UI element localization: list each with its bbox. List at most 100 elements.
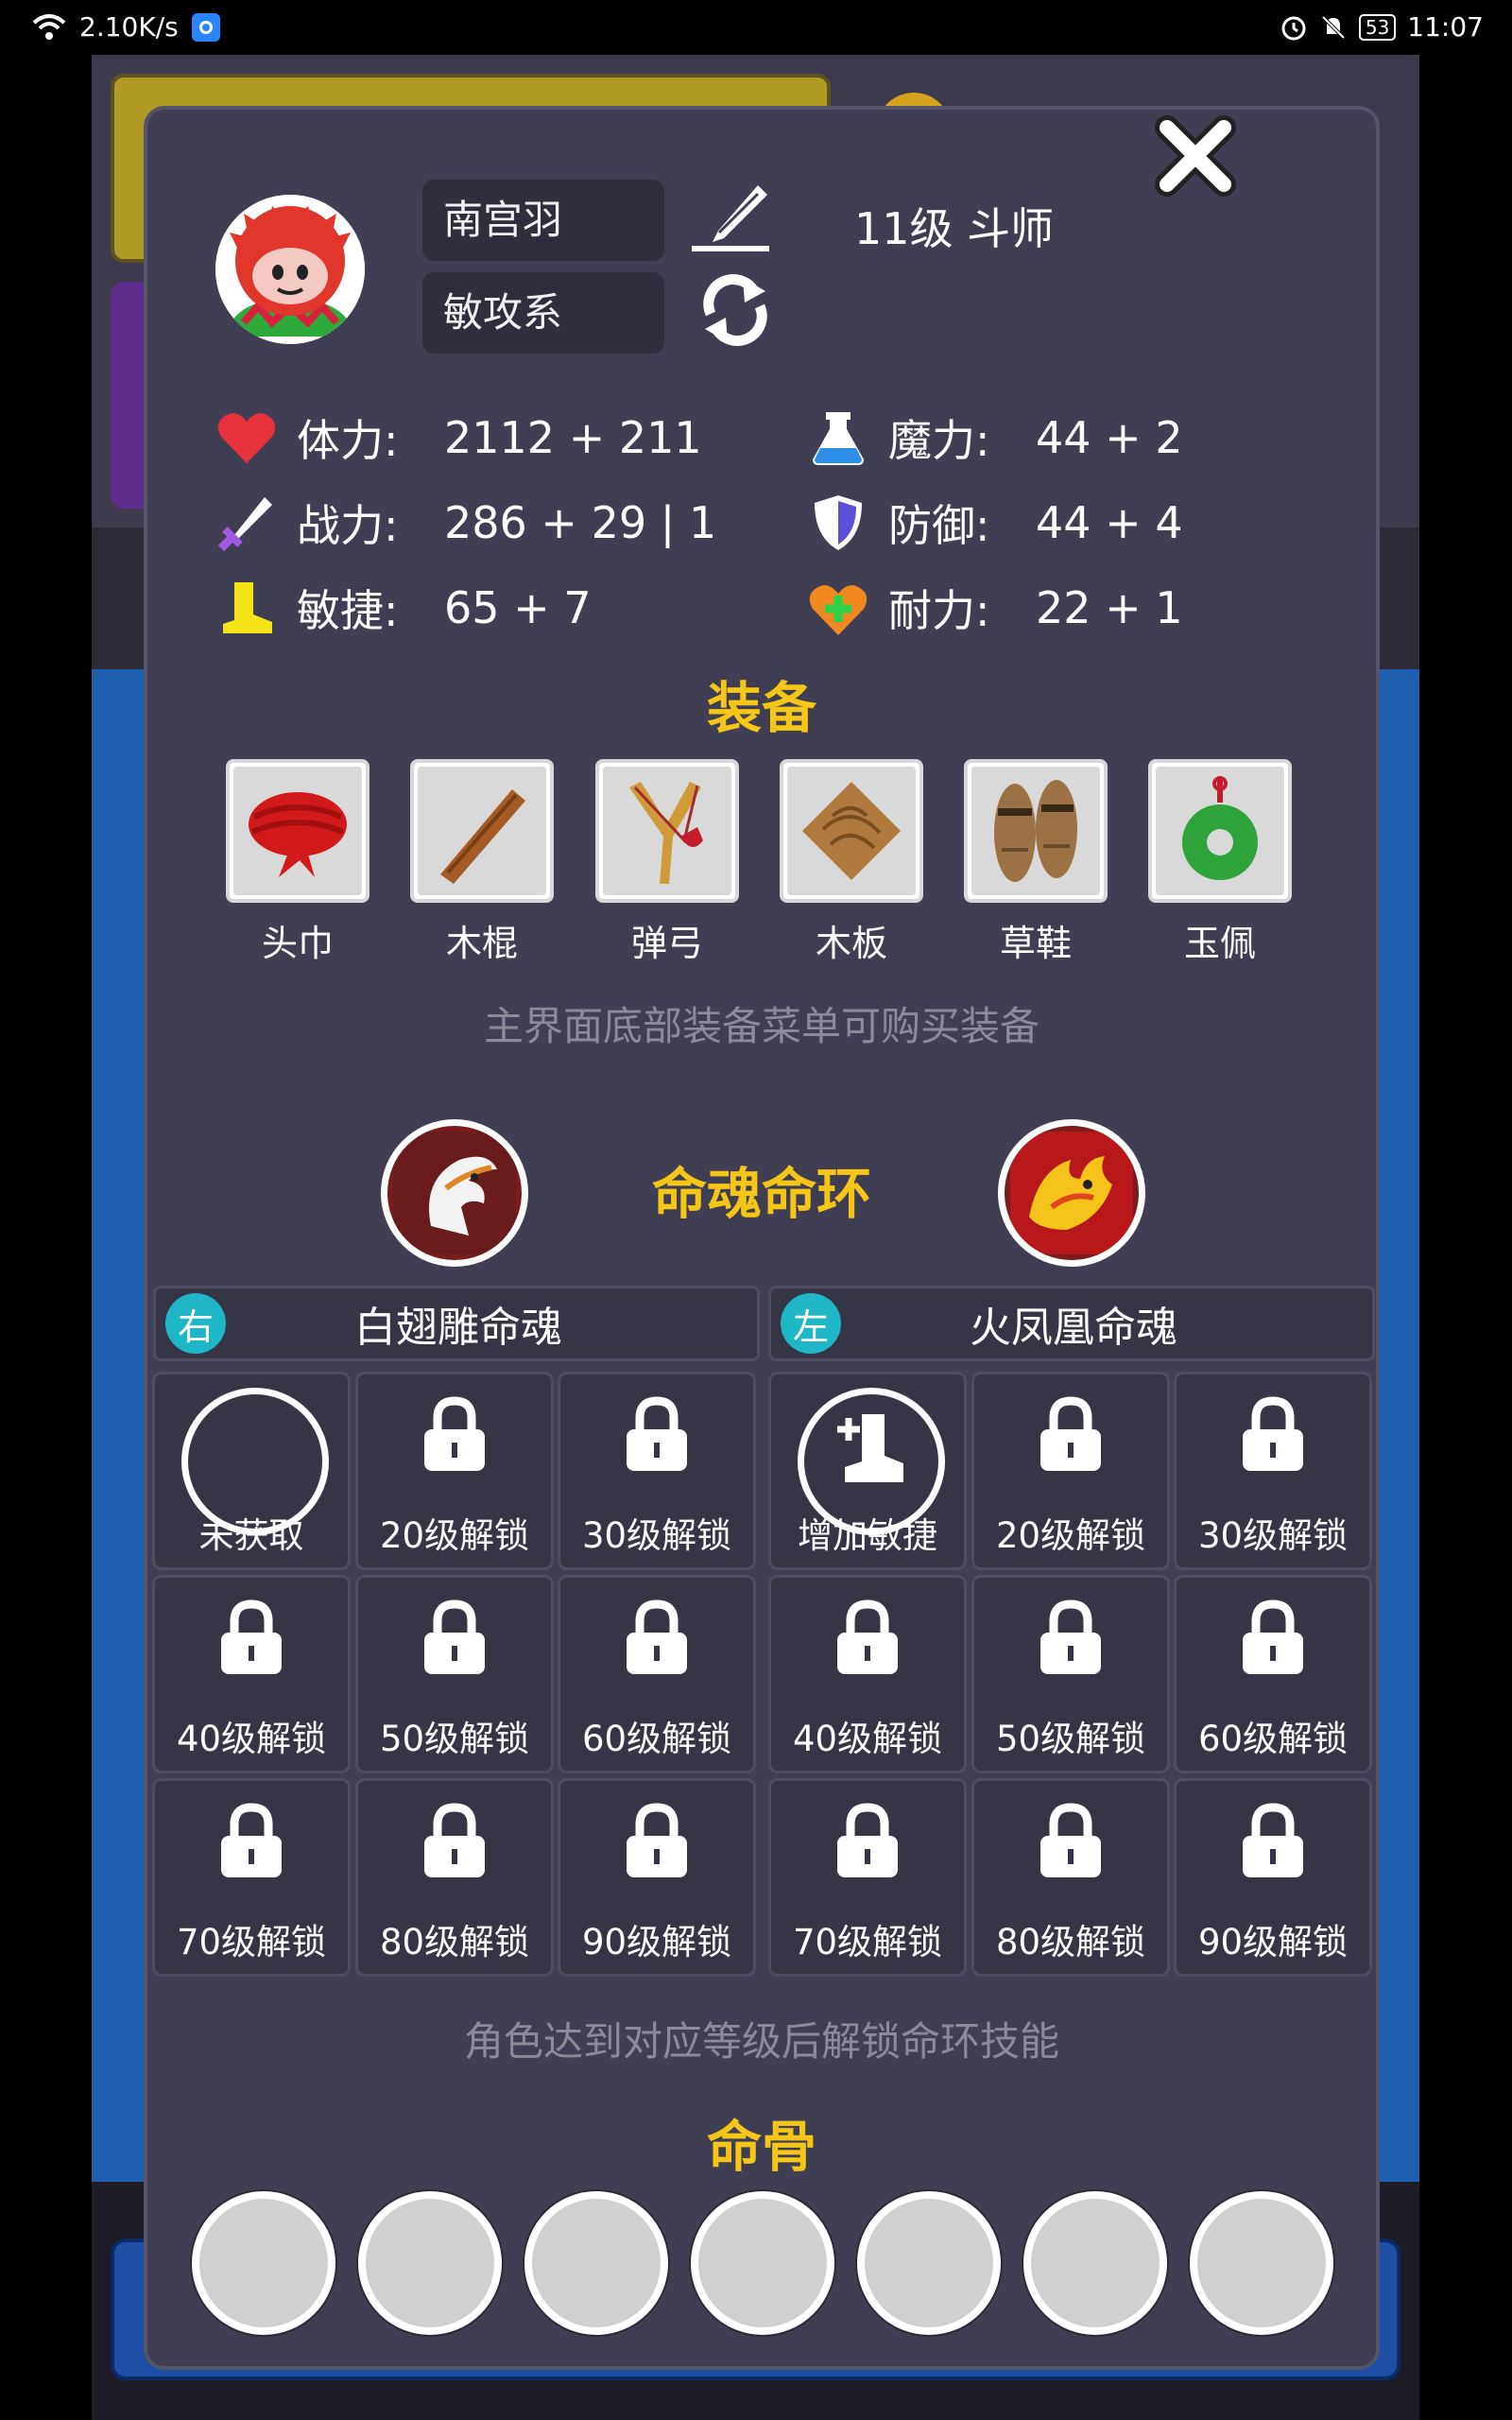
bone-slot[interactable] [192,2191,335,2335]
stat-attack: 战力: 286 + 29 | 1 [215,490,716,556]
lock-icon [837,1803,898,1877]
app-notification-icon [191,12,220,42]
equip-slot-board[interactable]: 木板 [780,759,923,966]
stat-value: 44 + 2 [1036,412,1183,463]
stat-hp: 体力: 2112 + 211 [215,405,702,471]
stat-label: 耐力: [888,585,990,636]
equip-label: 头巾 [261,923,334,964]
bone-slot[interactable] [524,2191,668,2335]
ring-slot-label: 增加敏捷 [798,1515,937,1556]
ring-slot-locked[interactable]: 50级解锁 [971,1575,1170,1773]
alarm-icon [1281,16,1306,40]
ring-slot-label: 90级解锁 [1197,1922,1349,1962]
edit-pencil-icon[interactable] [690,176,775,251]
stat-label: 敏捷: [297,585,399,636]
ring-slot-empty[interactable]: 未获取 [152,1372,351,1570]
ring-slot-label: 20级解锁 [379,1515,530,1556]
ring-slot-label: 50级解锁 [379,1719,530,1759]
soul-ring-title: 命魂命环 [651,1162,871,1226]
net-speed: 2.10K/s [79,11,179,43]
ring-slot-label: 80级解锁 [995,1922,1146,1962]
stat-value: 22 + 1 [1036,582,1183,633]
ring-slot-locked[interactable]: 40级解锁 [768,1575,967,1773]
equip-slot-jade[interactable]: 玉佩 [1148,759,1292,966]
equip-slot-headband[interactable]: 头巾 [226,759,369,966]
lock-icon [424,1599,485,1674]
battery-level: 53 [1358,13,1397,41]
slingshot-icon [629,782,703,884]
school-field: 敏攻系 [422,272,664,354]
ring-slot-locked[interactable]: 90级解锁 [558,1778,756,1977]
stat-value: 65 + 7 [444,582,592,633]
ring-slot-locked[interactable]: 80级解锁 [355,1778,554,1977]
ring-slot-locked[interactable]: 80级解锁 [971,1778,1170,1977]
ring-slot-label: 60级解锁 [1197,1719,1349,1759]
equip-slot-sandals[interactable]: 草鞋 [964,759,1108,966]
ring-slot-locked[interactable]: 60级解锁 [1174,1575,1372,1773]
stat-mp: 魔力: 44 + 2 [807,405,1183,471]
avatar [215,195,365,344]
bone-slot[interactable] [1023,2191,1167,2335]
ring-slot-locked[interactable]: 30级解锁 [558,1372,756,1570]
clock: 11:07 [1407,11,1484,43]
lock-icon [221,1599,282,1674]
equip-slot-stick[interactable]: 木棍 [410,759,554,966]
ring-slot-label: 未获取 [198,1515,304,1556]
stat-label: 魔力: [888,415,990,466]
ring-slot-locked[interactable]: 40级解锁 [152,1575,351,1773]
ring-slot-locked[interactable]: 70级解锁 [152,1778,351,1977]
ring-slot-locked[interactable]: 30级解锁 [1174,1372,1372,1570]
ring-slot-locked[interactable]: 70级解锁 [768,1778,967,1977]
ring-slot-locked[interactable]: 20级解锁 [971,1372,1170,1570]
ring-slot-locked[interactable]: 90级解锁 [1174,1778,1372,1977]
lock-icon [1040,1803,1101,1877]
name-field: 南宫羽 [422,180,664,261]
ring-slot-locked[interactable]: 60级解锁 [558,1575,756,1773]
left-soul-name: 火凤凰命魂 [970,1304,1177,1352]
equipment-title: 装备 [706,676,816,740]
ring-slot-label: 30级解锁 [1197,1515,1349,1556]
ring-slot-label: 40级解锁 [176,1719,327,1759]
ring-slot-locked[interactable]: 50级解锁 [355,1575,554,1773]
shield-icon [815,495,862,550]
bone-slot[interactable] [691,2191,834,2335]
fire-phoenix-soul-emblem[interactable] [998,1119,1145,1267]
equip-label: 草鞋 [999,923,1072,964]
bone-slot[interactable] [1190,2191,1333,2335]
equipment-hint: 主界面底部装备菜单可购买装备 [483,1003,1040,1049]
lock-icon [1040,1396,1101,1471]
equip-label: 木板 [815,923,887,964]
phoenix-icon [1010,1132,1133,1254]
lock-icon [1243,1803,1303,1877]
equip-label: 弹弓 [630,923,703,964]
level-title: 11级 斗师 [854,203,1055,254]
ring-slot-label: 60级解锁 [581,1719,732,1759]
heart-icon [217,413,276,463]
boot-plus-icon [837,1414,903,1482]
lock-icon [627,1396,687,1471]
lock-icon [837,1599,898,1674]
lock-icon [424,1396,485,1471]
potion-icon [813,412,864,465]
refresh-icon[interactable] [696,270,775,350]
stat-value: 286 + 29 | 1 [444,497,717,548]
lock-icon [1040,1599,1101,1674]
ring-slot-label: 50级解锁 [995,1719,1146,1759]
ring-slot-label: 30级解锁 [581,1515,732,1556]
bone-slot[interactable] [358,2191,502,2335]
boot-icon [223,582,272,633]
lock-icon [221,1803,282,1877]
ring-slot-locked[interactable]: 20级解锁 [355,1372,554,1570]
lock-icon [627,1599,687,1674]
headband-icon [249,792,347,877]
status-bar: 2.10K/s 53 11:07 [0,0,1512,55]
equip-slot-slingshot[interactable]: 弹弓 [595,759,739,966]
bones-title: 命骨 [706,2115,816,2179]
right-soul-name: 白翅雕命魂 [354,1304,562,1352]
lock-icon [1243,1599,1303,1674]
straw-sandals-icon [994,780,1077,882]
bone-slot[interactable] [857,2191,1001,2335]
wifi-icon [32,13,66,40]
ring-slot-agility[interactable]: 增加敏捷 [768,1372,967,1570]
close-icon[interactable] [1148,109,1243,203]
